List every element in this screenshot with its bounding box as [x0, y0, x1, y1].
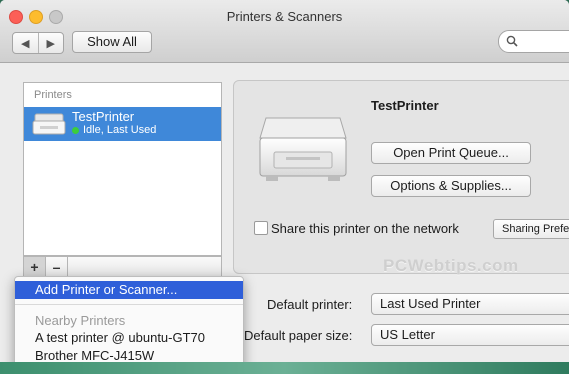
list-action-bar: + –	[23, 256, 222, 278]
watermark: PCWebtips.com	[383, 256, 519, 275]
default-paper-size-label: Default paper size:	[244, 328, 353, 343]
title-bar: Printers & Scanners ◀ ▶ Show All	[0, 0, 569, 63]
printer-list-item-status: Idle, Last Used	[72, 124, 156, 136]
sharing-preferences-button[interactable]: Sharing Prefe	[493, 219, 569, 239]
printer-large-icon	[259, 117, 347, 181]
nearby-printer-menu-item[interactable]: A test printer @ ubuntu-GT70	[15, 329, 243, 347]
nearby-printers-header: Nearby Printers	[35, 313, 126, 328]
window-title: Printers & Scanners	[226, 9, 343, 24]
printers-list: Printers TestPrinter Idle, Last Used	[23, 82, 222, 256]
add-printer-button[interactable]: +	[24, 257, 46, 277]
search-icon	[506, 35, 518, 47]
printers-list-header: Printers	[34, 89, 72, 101]
printers-scanners-window: Printers & Scanners ◀ ▶ Show All Printer…	[0, 0, 569, 374]
default-printer-label: Default printer:	[267, 297, 353, 312]
selected-printer-name: TestPrinter	[371, 98, 439, 113]
add-printer-menu: Add Printer or Scanner... Nearby Printer…	[14, 276, 244, 370]
default-paper-size-select[interactable]: US Letter	[371, 324, 569, 346]
printer-list-item[interactable]: TestPrinter Idle, Last Used	[24, 107, 221, 141]
printer-list-item-name: TestPrinter	[72, 109, 135, 124]
open-print-queue-button[interactable]: Open Print Queue...	[371, 142, 531, 164]
printer-status-text: Idle, Last Used	[83, 124, 157, 136]
status-dot-icon	[72, 126, 79, 134]
add-printer-or-scanner-menu-item[interactable]: Add Printer or Scanner...	[15, 281, 243, 299]
search-field[interactable]	[498, 30, 569, 53]
desktop-background	[0, 362, 569, 374]
menu-separator	[15, 304, 243, 305]
forward-button[interactable]: ▶	[37, 33, 64, 53]
share-printer-label: Share this printer on the network	[271, 221, 459, 236]
share-printer-checkbox[interactable]	[254, 221, 268, 235]
back-button[interactable]: ◀	[13, 33, 38, 53]
printer-thumbnail-icon	[32, 113, 66, 135]
show-all-button[interactable]: Show All	[72, 31, 152, 53]
default-printer-select[interactable]: Last Used Printer	[371, 293, 569, 315]
options-supplies-button[interactable]: Options & Supplies...	[371, 175, 531, 197]
remove-printer-button[interactable]: –	[46, 257, 68, 277]
nav-back-forward: ◀ ▶	[12, 32, 64, 54]
